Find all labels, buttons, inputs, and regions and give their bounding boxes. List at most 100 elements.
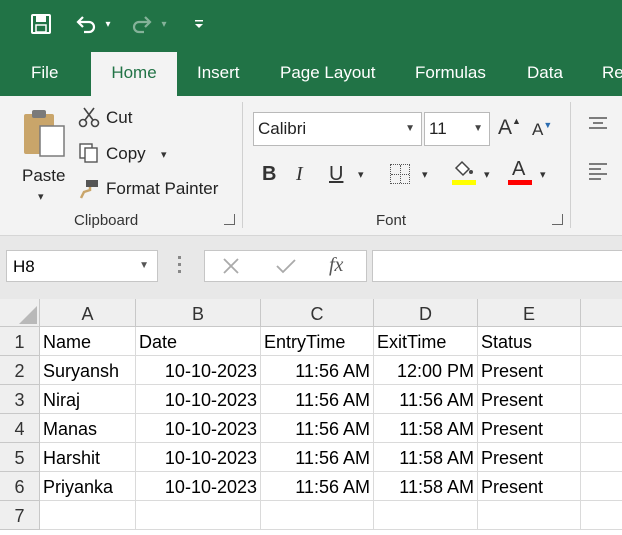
insert-function-icon[interactable]: fx [329, 254, 343, 277]
underline-dropdown-icon[interactable]: ▾ [358, 168, 364, 181]
align-top-icon[interactable] [587, 116, 609, 130]
undo-dropdown-icon[interactable]: ▾ [102, 10, 114, 38]
cell-f6[interactable] [581, 472, 622, 501]
column-header-b[interactable]: B [136, 299, 261, 327]
cell-a4[interactable]: Manas [40, 414, 136, 443]
cell-e4[interactable]: Present [478, 414, 581, 443]
cell-a2[interactable]: Suryansh [40, 356, 136, 385]
shrink-font-button[interactable]: A▼ [532, 120, 552, 140]
cell-d6[interactable]: 11:58 AM [374, 472, 478, 501]
cell-d5[interactable]: 11:58 AM [374, 443, 478, 472]
row-header[interactable]: 2 [0, 356, 40, 385]
select-all-button[interactable] [0, 299, 40, 327]
cell-a5[interactable]: Harshit [40, 443, 136, 472]
chevron-down-icon[interactable]: ▼ [139, 260, 149, 271]
align-left-icon[interactable] [587, 162, 609, 184]
font-color-dropdown-icon[interactable]: ▾ [540, 168, 546, 181]
cell-e6[interactable]: Present [478, 472, 581, 501]
column-header-f[interactable] [581, 299, 622, 327]
cell-b4[interactable]: 10-10-2023 [136, 414, 261, 443]
customize-qat-icon[interactable] [192, 10, 206, 38]
format-painter-button[interactable]: Format Painter [106, 179, 218, 199]
cell-a1[interactable]: Name [40, 327, 136, 356]
cell-d1[interactable]: ExitTime [374, 327, 478, 356]
cell-d3[interactable]: 11:56 AM [374, 385, 478, 414]
tab-formulas[interactable]: Formulas [415, 50, 486, 96]
bold-button[interactable]: B [262, 163, 276, 186]
borders-dropdown-icon[interactable]: ▾ [422, 168, 428, 181]
cell-c7[interactable] [261, 501, 374, 530]
fill-color-button[interactable] [452, 160, 476, 188]
cell-c1[interactable]: EntryTime [261, 327, 374, 356]
font-launcher-icon[interactable] [552, 214, 563, 225]
row-header[interactable]: 3 [0, 385, 40, 414]
font-group-label: Font [376, 212, 407, 229]
cell-e7[interactable] [478, 501, 581, 530]
cell-f5[interactable] [581, 443, 622, 472]
grow-font-button[interactable]: A▲ [498, 116, 521, 140]
tab-file[interactable]: File [31, 50, 58, 96]
borders-icon[interactable] [390, 164, 410, 184]
cell-e2[interactable]: Present [478, 356, 581, 385]
cell-e5[interactable]: Present [478, 443, 581, 472]
cell-a3[interactable]: Niraj [40, 385, 136, 414]
ribbon-tabs: File Home Insert Page Layout Formulas Da… [0, 50, 622, 96]
cell-b3[interactable]: 10-10-2023 [136, 385, 261, 414]
tab-insert[interactable]: Insert [197, 50, 240, 96]
cell-f7[interactable] [581, 501, 622, 530]
paste-dropdown-icon[interactable]: ▾ [38, 190, 44, 203]
cell-c2[interactable]: 11:56 AM [261, 356, 374, 385]
row-header[interactable]: 1 [0, 327, 40, 356]
column-header-d[interactable]: D [374, 299, 478, 327]
column-header-a[interactable]: A [40, 299, 136, 327]
cell-d2[interactable]: 12:00 PM [374, 356, 478, 385]
column-header-e[interactable]: E [478, 299, 581, 327]
row-header[interactable]: 4 [0, 414, 40, 443]
cell-b2[interactable]: 10-10-2023 [136, 356, 261, 385]
cell-b5[interactable]: 10-10-2023 [136, 443, 261, 472]
copy-dropdown-icon[interactable]: ▾ [161, 148, 167, 161]
cell-c3[interactable]: 11:56 AM [261, 385, 374, 414]
underline-button[interactable]: U [329, 163, 343, 186]
cell-e3[interactable]: Present [478, 385, 581, 414]
cell-f2[interactable] [581, 356, 622, 385]
cell-b7[interactable] [136, 501, 261, 530]
italic-button[interactable]: I [296, 163, 303, 186]
undo-icon[interactable] [72, 10, 100, 38]
cancel-icon[interactable] [222, 257, 240, 275]
cell-e1[interactable]: Status [478, 327, 581, 356]
cell-b6[interactable]: 10-10-2023 [136, 472, 261, 501]
cell-f3[interactable] [581, 385, 622, 414]
vertical-dots-icon[interactable] [176, 254, 182, 278]
tab-review[interactable]: Re [602, 50, 622, 96]
cell-b1[interactable]: Date [136, 327, 261, 356]
font-family-select[interactable]: Calibri ▼ [253, 112, 422, 146]
save-icon[interactable] [28, 10, 54, 38]
font-size-select[interactable]: 11 ▼ [424, 112, 490, 146]
font-color-button[interactable]: A [508, 158, 532, 188]
formula-input[interactable] [372, 250, 622, 282]
cell-d4[interactable]: 11:58 AM [374, 414, 478, 443]
cell-a7[interactable] [40, 501, 136, 530]
cell-d7[interactable] [374, 501, 478, 530]
tab-home[interactable]: Home [91, 52, 177, 96]
copy-button[interactable]: Copy [106, 144, 146, 164]
tab-page-layout[interactable]: Page Layout [280, 50, 375, 96]
row-header[interactable]: 6 [0, 472, 40, 501]
enter-check-icon[interactable] [275, 257, 297, 275]
cell-f4[interactable] [581, 414, 622, 443]
cell-c5[interactable]: 11:56 AM [261, 443, 374, 472]
cell-c4[interactable]: 11:56 AM [261, 414, 374, 443]
row-header[interactable]: 5 [0, 443, 40, 472]
column-header-c[interactable]: C [261, 299, 374, 327]
row-header[interactable]: 7 [0, 501, 40, 530]
cut-button[interactable]: Cut [106, 108, 132, 128]
paste-button[interactable]: Paste ▾ [18, 104, 68, 203]
cell-a6[interactable]: Priyanka [40, 472, 136, 501]
cell-c6[interactable]: 11:56 AM [261, 472, 374, 501]
clipboard-launcher-icon[interactable] [224, 214, 235, 225]
cell-f1[interactable] [581, 327, 622, 356]
name-box[interactable]: H8 ▼ [6, 250, 158, 282]
fill-color-dropdown-icon[interactable]: ▾ [484, 168, 490, 181]
tab-data[interactable]: Data [527, 50, 563, 96]
